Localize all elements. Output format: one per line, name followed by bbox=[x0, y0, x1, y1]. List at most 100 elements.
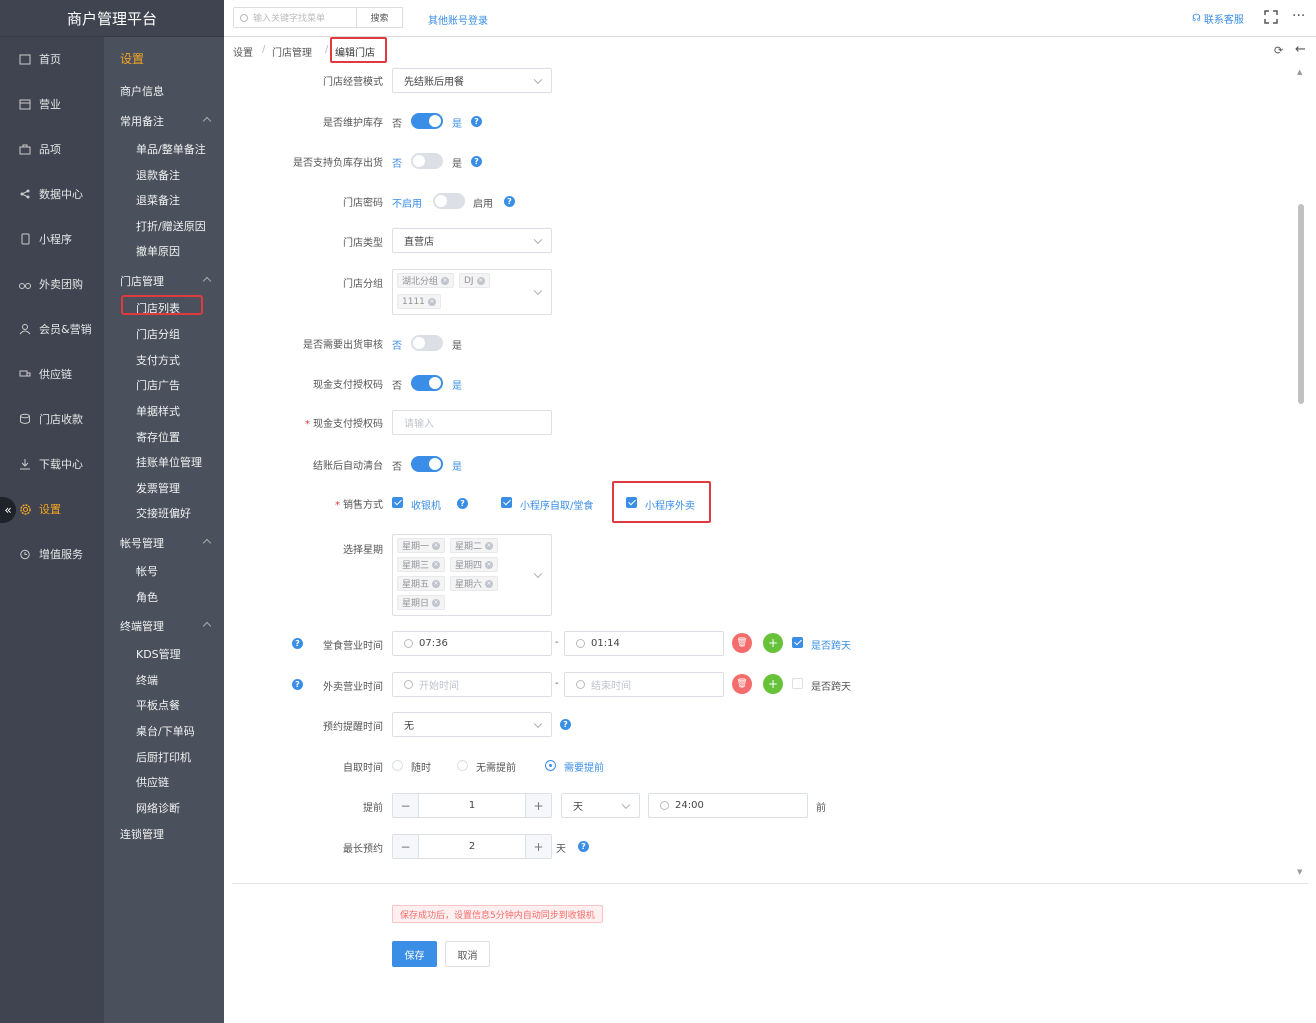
pickup-radio-no-advance[interactable] bbox=[457, 760, 468, 771]
close-icon[interactable]: × bbox=[432, 598, 441, 607]
breadcrumb-item[interactable]: 设置 bbox=[233, 44, 253, 59]
fullscreen-icon[interactable] bbox=[1264, 10, 1278, 24]
nav2-chain-mgmt[interactable]: 连锁管理 bbox=[120, 826, 164, 842]
nav2-item[interactable]: 帐号 bbox=[136, 563, 158, 579]
nav2-item[interactable]: 门店广告 bbox=[136, 377, 180, 393]
nav2-group-terminal[interactable]: 终端管理 bbox=[120, 618, 164, 634]
refresh-icon[interactable]: ⟳ bbox=[1274, 44, 1283, 57]
add-icon[interactable]: + bbox=[763, 674, 783, 694]
nav2-group-account[interactable]: 帐号管理 bbox=[120, 535, 164, 551]
close-icon[interactable]: × bbox=[485, 541, 494, 550]
minus-icon[interactable]: − bbox=[393, 794, 419, 817]
close-icon[interactable]: × bbox=[432, 541, 441, 550]
close-icon[interactable]: × bbox=[432, 579, 441, 588]
scrollbar-thumb[interactable] bbox=[1298, 204, 1304, 404]
nav2-item[interactable]: 角色 bbox=[136, 589, 158, 605]
nav2-item[interactable]: 撤单原因 bbox=[136, 243, 180, 259]
plus-icon[interactable]: + bbox=[525, 835, 551, 858]
delete-icon[interactable]: 🗑 bbox=[732, 633, 752, 653]
nav-item-supply[interactable]: 供应链 bbox=[0, 352, 104, 396]
more-icon[interactable]: ··· bbox=[1292, 8, 1305, 24]
neg-stock-switch[interactable] bbox=[411, 153, 443, 169]
nav2-item[interactable]: KDS管理 bbox=[136, 646, 181, 662]
nav2-group-common-notes[interactable]: 常用备注 bbox=[120, 113, 164, 129]
advance-stepper[interactable]: − 1 + bbox=[392, 793, 552, 818]
nav2-item[interactable]: 桌台/下单码 bbox=[136, 723, 195, 739]
nav2-item[interactable]: 网络诊断 bbox=[136, 800, 180, 816]
nav2-item[interactable]: 挂账单位管理 bbox=[136, 454, 202, 470]
sale-checkbox-dine[interactable] bbox=[501, 497, 512, 508]
nav2-item[interactable]: 终端 bbox=[136, 672, 158, 688]
nav2-item[interactable]: 发票管理 bbox=[136, 480, 180, 496]
save-button[interactable]: 保存 bbox=[392, 941, 437, 967]
scroll-down-icon[interactable]: ▼ bbox=[1297, 868, 1302, 876]
other-account-login-link[interactable]: 其他账号登录 bbox=[428, 12, 488, 27]
help-icon[interactable]: ? bbox=[471, 156, 482, 167]
back-arrow-icon[interactable]: ← bbox=[1295, 42, 1306, 57]
auto-clear-switch[interactable] bbox=[411, 456, 443, 472]
pwd-switch[interactable] bbox=[433, 193, 465, 209]
takeout-end-input[interactable]: 结束时间 bbox=[564, 672, 724, 697]
contact-support-link[interactable]: ☊ 联系客服 bbox=[1192, 11, 1244, 26]
nav2-item[interactable]: 支付方式 bbox=[136, 352, 180, 368]
nav-item-items[interactable]: 品项 bbox=[0, 127, 104, 171]
chevron-up-icon[interactable] bbox=[202, 538, 212, 548]
help-icon[interactable]: ? bbox=[504, 196, 515, 207]
cancel-button[interactable]: 取消 bbox=[445, 941, 490, 967]
nav-item-value-added[interactable]: 增值服务 bbox=[0, 532, 104, 576]
close-icon[interactable]: × bbox=[432, 560, 441, 569]
nav-item-business[interactable]: 营业 bbox=[0, 82, 104, 126]
add-icon[interactable]: + bbox=[763, 633, 783, 653]
nav2-item[interactable]: 退款备注 bbox=[136, 167, 180, 183]
nav2-item[interactable]: 打折/赠送原因 bbox=[136, 218, 206, 234]
max-stepper[interactable]: − 2 + bbox=[392, 834, 552, 859]
close-icon[interactable]: × bbox=[427, 297, 436, 306]
pickup-radio-advance[interactable] bbox=[545, 760, 556, 771]
help-icon[interactable]: ? bbox=[560, 719, 571, 730]
search-input[interactable]: 输入关键字找菜单 bbox=[233, 7, 357, 28]
close-icon[interactable]: × bbox=[485, 579, 494, 588]
search-button[interactable]: 搜索 bbox=[357, 7, 403, 28]
takeout-cross-day-checkbox[interactable] bbox=[792, 678, 803, 689]
chevron-up-icon[interactable] bbox=[202, 116, 212, 126]
takeout-start-input[interactable]: 开始时间 bbox=[392, 672, 552, 697]
close-icon[interactable]: × bbox=[476, 276, 485, 285]
nav2-item[interactable]: 单品/整单备注 bbox=[136, 141, 206, 157]
nav2-item[interactable]: 门店分组 bbox=[136, 326, 180, 342]
help-icon[interactable]: ? bbox=[457, 498, 468, 509]
dine-start-input[interactable]: 07:36 bbox=[392, 631, 552, 656]
dine-cross-day-checkbox[interactable] bbox=[792, 637, 803, 648]
nav-item-payment[interactable]: 门店收款 bbox=[0, 397, 104, 441]
help-icon[interactable]: ? bbox=[578, 841, 589, 852]
pickup-radio-anytime[interactable] bbox=[392, 760, 403, 771]
nav2-item[interactable]: 后厨打印机 bbox=[136, 749, 191, 765]
nav2-item[interactable]: 单据样式 bbox=[136, 403, 180, 419]
sale-checkbox-pos[interactable] bbox=[392, 497, 403, 508]
nav2-item[interactable]: 交接班偏好 bbox=[136, 505, 191, 521]
mode-select[interactable]: 先结账后用餐 bbox=[392, 68, 552, 93]
close-icon[interactable]: × bbox=[485, 560, 494, 569]
help-icon[interactable]: ? bbox=[471, 116, 482, 127]
nav2-merchant-info[interactable]: 商户信息 bbox=[120, 83, 164, 99]
remind-select[interactable]: 无 bbox=[392, 712, 552, 737]
nav-item-takeout[interactable]: 外卖团购 bbox=[0, 262, 104, 306]
chevron-up-icon[interactable] bbox=[202, 276, 212, 286]
audit-switch[interactable] bbox=[411, 335, 443, 351]
chevron-up-icon[interactable] bbox=[202, 621, 212, 631]
close-icon[interactable]: × bbox=[441, 276, 450, 285]
nav-item-member[interactable]: 会员&营销 bbox=[0, 307, 104, 351]
nav2-item[interactable]: 退菜备注 bbox=[136, 192, 180, 208]
nav-item-download[interactable]: 下载中心 bbox=[0, 442, 104, 486]
plus-icon[interactable]: + bbox=[525, 794, 551, 817]
nav2-item[interactable]: 平板点餐 bbox=[136, 697, 180, 713]
help-icon[interactable]: ? bbox=[292, 679, 303, 690]
nav-item-mini-program[interactable]: 小程序 bbox=[0, 217, 104, 261]
nav2-group-store-mgmt[interactable]: 门店管理 bbox=[120, 273, 164, 289]
advance-unit-select[interactable]: 天 bbox=[561, 793, 640, 818]
stock-switch[interactable] bbox=[411, 113, 443, 129]
scroll-up-icon[interactable]: ▲ bbox=[1297, 68, 1302, 76]
nav2-item[interactable]: 寄存位置 bbox=[136, 429, 180, 445]
dine-end-input[interactable]: 01:14 bbox=[564, 631, 724, 656]
help-icon[interactable]: ? bbox=[292, 638, 303, 649]
nav-item-home[interactable]: 首页 bbox=[0, 37, 104, 81]
